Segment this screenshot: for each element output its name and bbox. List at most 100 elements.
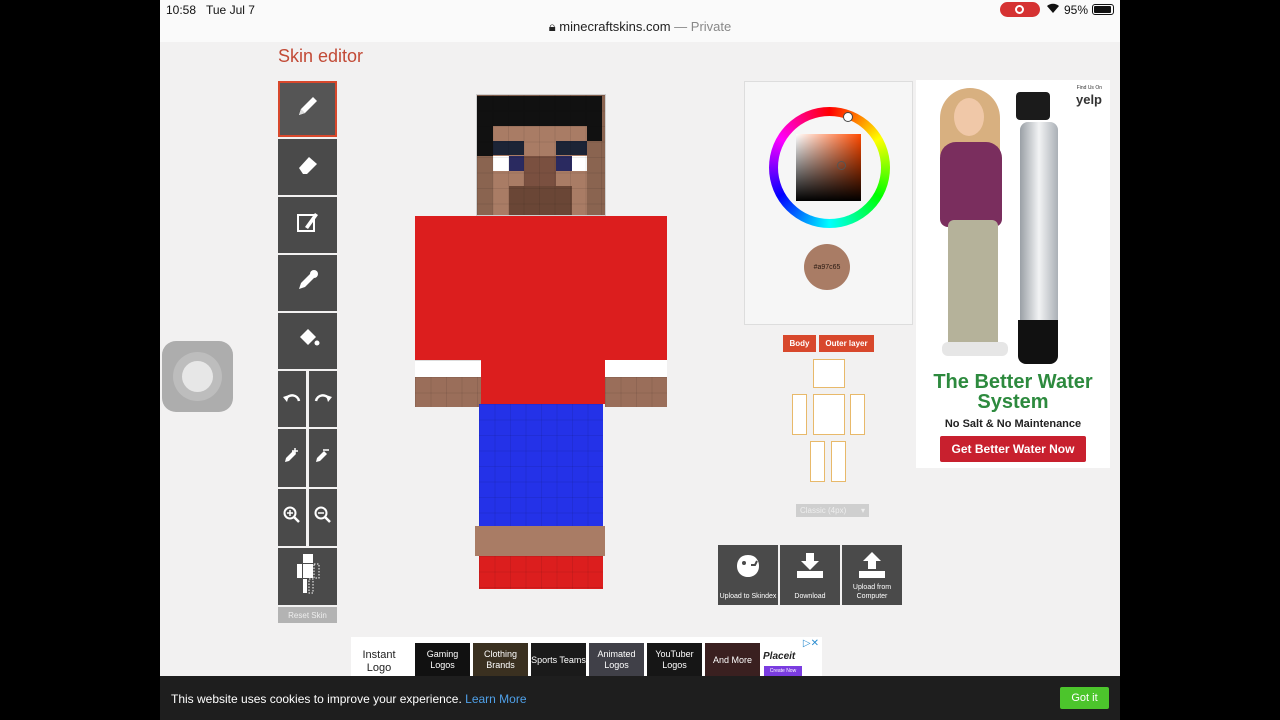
- status-time: 10:58: [166, 3, 197, 17]
- redo-icon: [314, 388, 332, 411]
- ad-model-top: [940, 142, 1002, 227]
- pencil-icon: [295, 93, 321, 125]
- skin-legs-skin: [475, 526, 605, 556]
- saturation-value-square[interactable]: [796, 134, 861, 201]
- ad-tile[interactable]: Gaming Logos: [415, 643, 470, 677]
- screen: 10:58 Tue Jul 7 95% 🔒︎ minecraftskins.co…: [0, 0, 1280, 720]
- undo-button[interactable]: [278, 371, 306, 427]
- part-left-leg-toggle[interactable]: [831, 441, 846, 482]
- address-bar[interactable]: 🔒︎ minecraftskins.com — Private: [160, 19, 1120, 35]
- zoom-out-button[interactable]: [309, 489, 337, 546]
- zoom-out-icon: [314, 506, 332, 530]
- body-parts-icon: [295, 552, 321, 602]
- ad-tile[interactable]: YouTuber Logos: [647, 643, 702, 677]
- layer-outer-button[interactable]: Outer layer: [819, 335, 874, 352]
- download-icon: [780, 551, 840, 586]
- hue-handle[interactable]: [843, 112, 853, 122]
- learn-more-link[interactable]: Learn More: [465, 692, 526, 706]
- darken-icon: [283, 446, 301, 470]
- ad-headline: The Better Water System: [933, 371, 1093, 413]
- cookie-message: This website uses cookies to improve you…: [171, 692, 527, 706]
- ad-model-shoes: [942, 342, 1008, 356]
- lighten-icon: [314, 446, 332, 470]
- skin-shoes: [479, 556, 603, 589]
- upload-skindex-button[interactable]: Upload to Skindex: [718, 545, 778, 605]
- skin-head-grid: [476, 94, 606, 216]
- browser-viewport: 10:58 Tue Jul 7 95% 🔒︎ minecraftskins.co…: [160, 0, 1120, 720]
- undo-icon: [283, 388, 301, 411]
- ad-cta-button[interactable]: Get Better Water Now: [940, 436, 1086, 462]
- battery-percent: 95%: [1064, 3, 1089, 17]
- advertisement-water[interactable]: Find Us On yelp The Better Water System …: [916, 80, 1110, 468]
- private-label: — Private: [674, 19, 732, 34]
- color-picker-panel: #a97c65: [744, 81, 913, 325]
- ad-tank-cap: [1016, 92, 1050, 120]
- ad-tile[interactable]: Clothing Brands: [473, 643, 528, 677]
- eyedropper-tool-button[interactable]: [278, 255, 337, 311]
- part-left-arm-toggle[interactable]: [850, 394, 865, 435]
- screen-recording-icon[interactable]: [1000, 2, 1040, 17]
- eraser-icon: [295, 151, 321, 183]
- saturation-handle[interactable]: [837, 161, 846, 170]
- eraser-tool-button[interactable]: [278, 139, 337, 195]
- ad-tile[interactable]: Sports Teams: [531, 643, 586, 677]
- status-date: Tue Jul 7: [206, 3, 255, 17]
- skin-preview-canvas[interactable]: [415, 94, 667, 591]
- zoom-in-button[interactable]: [278, 489, 306, 546]
- status-bar: 10:58 Tue Jul 7 95% 🔒︎ minecraftskins.co…: [160, 0, 1120, 42]
- ad-tile[interactable]: And More: [705, 643, 760, 677]
- page-title: Skin editor: [278, 46, 364, 66]
- zoom-in-icon: [283, 506, 301, 530]
- upload-icon: [842, 551, 902, 586]
- lighten-tool-button[interactable]: [309, 429, 337, 487]
- bucket-icon: [295, 325, 321, 357]
- ad-subheadline: No Salt & No Maintenance: [944, 418, 1082, 430]
- upload-skindex-label: Upload to Skindex: [719, 593, 777, 600]
- upload-computer-label: Upload from Computer: [852, 584, 892, 600]
- battery-icon: [1092, 4, 1114, 15]
- ad-close-icon[interactable]: ▷✕: [803, 638, 819, 649]
- layer-body-button[interactable]: Body: [783, 335, 816, 352]
- download-label: Download: [794, 593, 826, 600]
- download-button[interactable]: Download: [780, 545, 840, 605]
- bucket-tool-button[interactable]: [278, 313, 337, 369]
- placeit-logo: Placeit: [763, 651, 796, 662]
- assistive-touch-button[interactable]: [162, 341, 233, 412]
- cookie-accept-button[interactable]: Got it: [1060, 687, 1109, 709]
- upload-computer-button[interactable]: Upload from Computer: [842, 545, 902, 605]
- yelp-wordmark: yelp: [1075, 92, 1102, 107]
- body-parts-toggle-button[interactable]: [278, 548, 337, 605]
- brush-icon: [295, 209, 321, 241]
- wifi-icon: [1046, 2, 1060, 17]
- brush-tool-button[interactable]: [278, 197, 337, 253]
- cookie-banner: This website uses cookies to improve you…: [160, 676, 1120, 720]
- skin-hand-left: [415, 377, 481, 407]
- ad-create-now-button[interactable]: Create Now: [764, 666, 802, 676]
- ad-model-legs: [948, 220, 998, 350]
- eyedropper-icon: [295, 267, 321, 299]
- skin-sleeve-left-cuff: [415, 360, 481, 377]
- assistive-touch-center: [182, 361, 213, 392]
- ad-tile[interactable]: Animated Logos: [589, 643, 644, 677]
- current-color-swatch[interactable]: #a97c65: [804, 244, 850, 290]
- skin-pants: [479, 404, 603, 526]
- part-right-leg-toggle[interactable]: [810, 441, 825, 482]
- yelp-logo: Find Us On yelp: [1075, 83, 1102, 107]
- ad-instant-logo: Instant Logo: [362, 649, 396, 674]
- part-head-toggle[interactable]: [813, 359, 845, 388]
- advertisement-logos[interactable]: Instant Logo Gaming Logos Clothing Brand…: [351, 637, 822, 677]
- skin-hand-right: [605, 377, 667, 407]
- redo-button[interactable]: [309, 371, 337, 427]
- part-right-arm-toggle[interactable]: [792, 394, 807, 435]
- skin-shirt: [415, 216, 667, 360]
- pencil-tool-button[interactable]: [278, 81, 337, 137]
- part-torso-toggle[interactable]: [813, 394, 845, 435]
- skindex-icon: [718, 551, 778, 586]
- darken-tool-button[interactable]: [278, 429, 306, 487]
- lock-icon: 🔒︎: [548, 19, 556, 34]
- cookie-text: This website uses cookies to improve you…: [171, 692, 462, 706]
- ad-tank-base: [1018, 320, 1058, 364]
- reset-skin-button[interactable]: Reset Skin: [278, 607, 337, 623]
- model-select[interactable]: Classic (4px): [796, 504, 869, 517]
- url-text: minecraftskins.com: [559, 19, 671, 34]
